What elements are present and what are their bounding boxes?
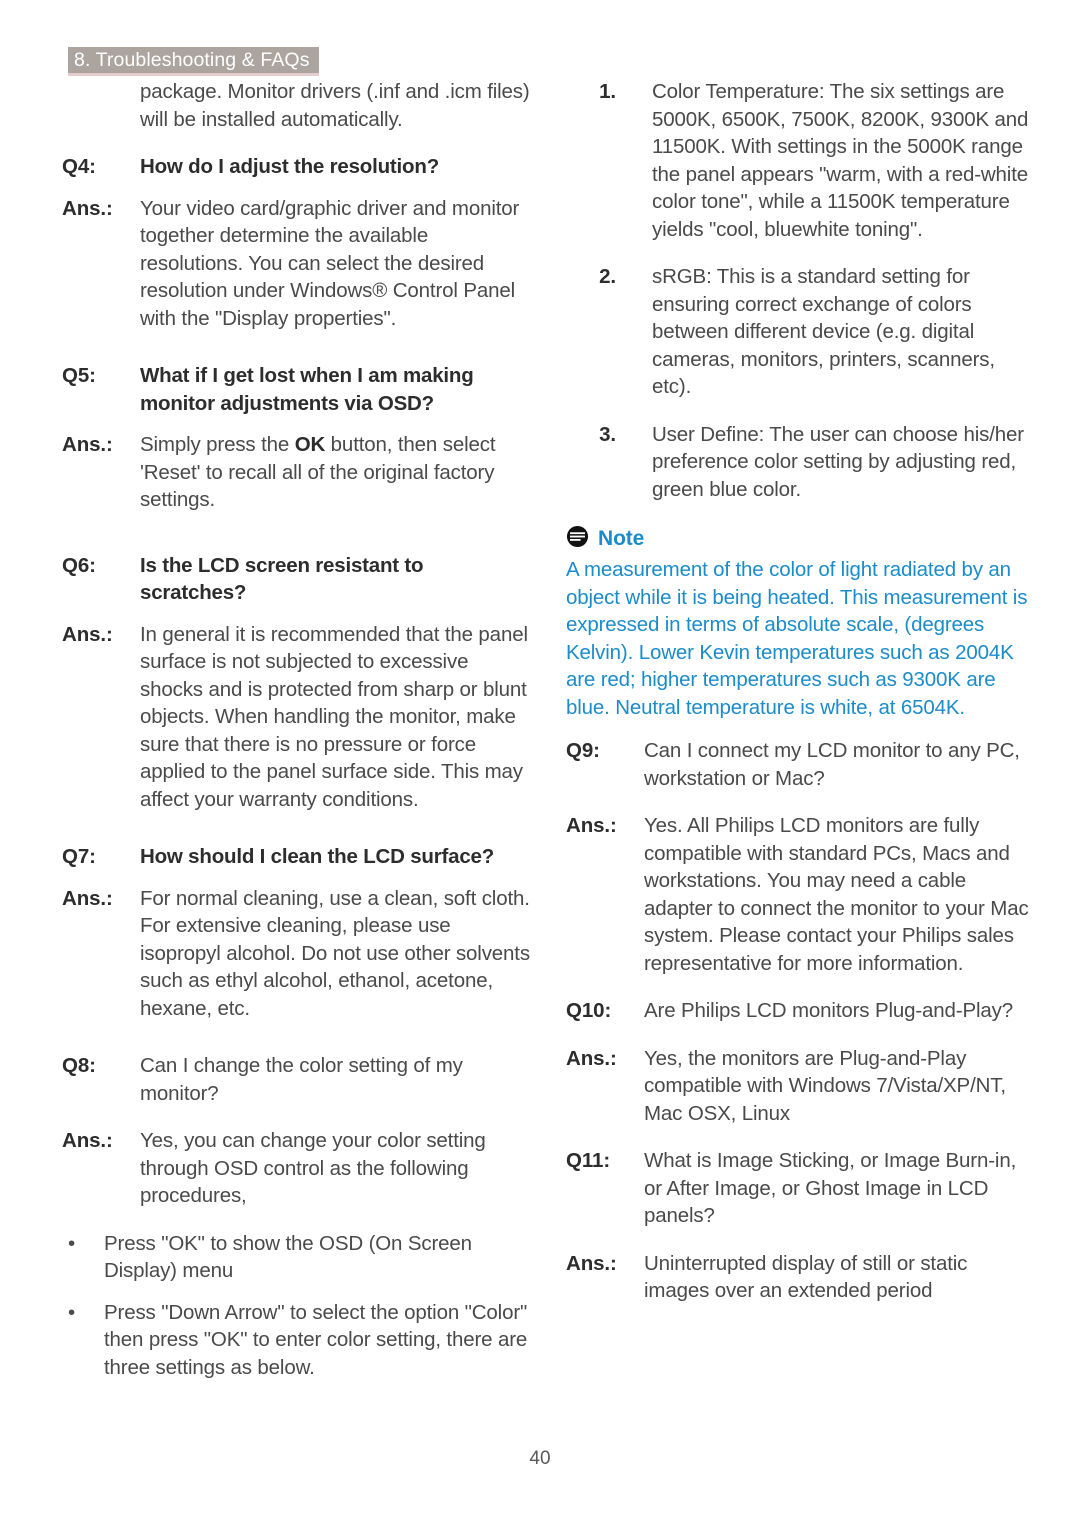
qa-answer-text-q11: Uninterrupted display of still or static… [644,1251,968,1303]
section-header-tab: 8. Troubleshooting & FAQs [68,47,319,76]
qa-answer-text-q6: In general it is recommended that the pa… [140,622,528,811]
numbered-list-item: 3. User Define: The user can choose his/… [566,421,1036,504]
qa-answer-q4: Ans.: Your video card/graphic driver and… [62,195,532,333]
qa-label-ans-q9: Ans.: [566,814,617,837]
left-column: package. Monitor drivers (.inf and .icm … [62,78,532,1395]
numbered-text-1: Color Temperature: The six settings are … [652,80,1029,241]
note-header: Note [566,525,1036,553]
carryover-paragraph: package. Monitor drivers (.inf and .icm … [140,80,530,131]
qa-answer-text-q10: Yes, the monitors are Plug-and-Play comp… [644,1046,1006,1125]
qa-answer-q5: Ans.: Simply press the OK button, then s… [62,431,532,514]
qa-label-ans-q8: Ans.: [62,1129,113,1152]
qa-answer-q5-part1: Simply press the [140,433,295,456]
qa-answer-text-q9: Yes. All Philips LCD monitors are fully … [644,814,1029,975]
qa-answer-q8: Ans.: Yes, you can change your color set… [62,1127,532,1210]
bullet-text: Press "OK" to show the OSD (On Screen Di… [104,1231,472,1283]
note-icon [566,525,589,553]
numbered-list-item: 1. Color Temperature: The six settings a… [566,78,1036,243]
qa-question-text-q9: Can I connect my LCD monitor to any PC, … [644,739,1020,790]
section-header-label: 8. Troubleshooting & FAQs [74,48,310,71]
qa-question-text-q5: What if I get lost when I am making moni… [140,364,474,415]
bullet-text: Press "Down Arrow" to select the option … [104,1300,528,1379]
note-title: Note [598,527,645,550]
qa-question-text-q11: What is Image Sticking, or Image Burn-in… [644,1149,1017,1227]
numbered-text-2: sRGB: This is a standard setting for ens… [652,265,995,398]
numbered-marker-3: 3. [599,422,616,446]
qa-label-q8: Q8: [62,1054,96,1077]
qa-label-ans-q10: Ans.: [566,1046,617,1070]
qa-answer-text-q7: For normal cleaning, use a clean, soft c… [140,886,530,1020]
bullet-marker-icon: • [68,1231,76,1255]
qa-answer-q6: Ans.: In general it is recommended that … [62,621,532,814]
qa-label-q10: Q10: [566,999,612,1022]
bullet-marker-icon: • [68,1300,76,1324]
list-item: • Press "Down Arrow" to select the optio… [62,1299,532,1382]
page-number: 40 [529,1448,551,1469]
qa-answer-text-q8: Yes, you can change your color setting t… [140,1129,486,1207]
qa-label-q7: Q7: [62,845,96,868]
numbered-text-3: User Define: The user can choose his/her… [652,422,1024,501]
list-item: • Press "OK" to show the OSD (On Screen … [62,1230,532,1285]
numbered-marker-2: 2. [599,265,616,288]
qa-question-q11: Q11: What is Image Sticking, or Image Bu… [566,1147,1036,1230]
qa-answer-q11: Ans.: Uninterrupted display of still or … [566,1250,1036,1305]
right-column: 1. Color Temperature: The six settings a… [566,78,1036,1319]
page-content: package. Monitor drivers (.inf and .icm … [0,78,1080,1418]
qa-answer-text-q4: Your video card/graphic driver and monit… [140,196,520,330]
qa-label-ans-q5: Ans.: [62,433,113,456]
qa-label-q9: Q9: [566,739,600,762]
qa-label-ans-q7: Ans.: [62,886,113,910]
qa-question-text-q4: How do I adjust the resolution? [140,155,440,178]
qa-question-q4: Q4: How do I adjust the resolution? [62,153,532,181]
qa-question-q5: Q5: What if I get lost when I am making … [62,362,532,417]
qa-answer-q10: Ans.: Yes, the monitors are Plug-and-Pla… [566,1045,1036,1128]
qa-question-q6: Q6: Is the LCD screen resistant to scrat… [62,552,532,607]
qa-label-q4: Q4: [62,155,96,178]
numbered-list-item: 2. sRGB: This is a standard setting for … [566,263,1036,401]
qa-label-ans-q11: Ans.: [566,1251,617,1275]
qa-label-q11: Q11: [566,1149,611,1172]
numbered-marker-1: 1. [599,80,616,103]
qa-question-q10: Q10: Are Philips LCD monitors Plug-and-P… [566,997,1036,1025]
qa-answer-q9: Ans.: Yes. All Philips LCD monitors are … [566,812,1036,977]
qa-question-q8: Q8: Can I change the color setting of my… [62,1052,532,1107]
qa-question-text-q8: Can I change the color setting of my mon… [140,1054,463,1105]
qa-label-ans-q6: Ans.: [62,622,113,646]
qa-answer-q7: Ans.: For normal cleaning, use a clean, … [62,885,532,1023]
qa-label-q5: Q5: [62,364,96,387]
qa-question-text-q7: How should I clean the LCD surface? [140,845,495,868]
qa-question-q9: Q9: Can I connect my LCD monitor to any … [566,737,1036,792]
qa-question-text-q6: Is the LCD screen resistant to scratches… [140,553,424,605]
qa-question-q7: Q7: How should I clean the LCD surface? [62,843,532,871]
qa-label-ans-q4: Ans.: [62,196,113,220]
note-callout: Note A measurement of the color of light… [566,525,1036,721]
qa-answer-text-q5: Simply press the OK button, then select … [140,431,532,514]
qa-answer-q5-ok-keyword: OK [294,433,326,456]
qa-label-q6: Q6: [62,553,96,577]
qa-question-text-q10: Are Philips LCD monitors Plug-and-Play? [644,999,1014,1022]
note-body-text: A measurement of the color of light radi… [566,558,1028,719]
